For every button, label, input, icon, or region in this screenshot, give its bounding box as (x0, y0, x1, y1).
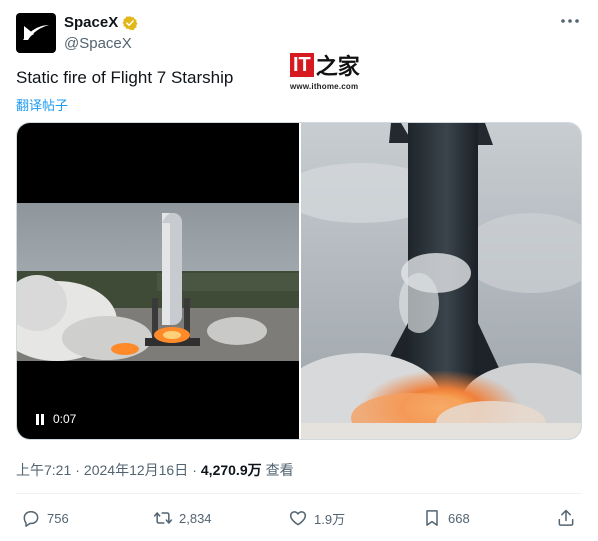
watermark-url: www.ithome.com (290, 82, 359, 91)
verified-badge-icon (122, 15, 138, 30)
like-count: 1.9万 (314, 511, 346, 527)
repost-button[interactable]: 2,834 (153, 505, 212, 531)
heart-icon (289, 511, 307, 526)
photo-starship[interactable] (301, 123, 581, 439)
tweet-time[interactable]: 上午7:21 (16, 460, 71, 480)
action-bar: 756 2,834 1.9万 668 (16, 505, 582, 533)
author-name-row[interactable]: SpaceX (64, 14, 138, 31)
reply-count: 756 (47, 510, 69, 526)
avatar[interactable] (16, 13, 56, 53)
more-options-icon[interactable] (560, 14, 580, 28)
translate-post-link[interactable]: 翻译帖子 (16, 95, 68, 114)
video-thumbnail (17, 203, 299, 361)
media-grid: 0:07 (16, 122, 582, 440)
starship-photo-image (301, 123, 581, 439)
divider (16, 493, 582, 494)
share-icon (558, 509, 574, 526)
bookmark-count: 668 (448, 510, 470, 526)
ithome-logo: IT 之家 (290, 52, 360, 80)
meta-separator: · (75, 462, 80, 478)
bookmark-button[interactable]: 668 (422, 505, 470, 531)
views-count: 4,270.9万 (200, 462, 262, 478)
views-label: 查看 (265, 462, 294, 478)
repost-icon (153, 512, 173, 524)
spacex-logo-icon (23, 25, 49, 40)
author-display-name[interactable]: SpaceX (64, 14, 118, 31)
video-frame[interactable] (17, 203, 299, 361)
watermark-logo-char: 之家 (315, 54, 360, 80)
share-button[interactable] (556, 505, 576, 531)
meta-separator: · (192, 462, 197, 478)
reply-icon (23, 511, 39, 527)
repost-count: 2,834 (179, 510, 212, 526)
watermark-logo-text: IT (290, 53, 314, 77)
video-timestamp: 0:07 (53, 412, 77, 426)
reply-button[interactable]: 756 (21, 505, 69, 531)
tweet-meta: 上午7:21 · 2024年12月16日 · 4,270.9万 查看 (16, 460, 294, 480)
pause-icon[interactable] (35, 414, 45, 425)
bookmark-icon (426, 510, 438, 526)
author-handle[interactable]: @SpaceX (64, 35, 132, 52)
video-player[interactable]: 0:07 (17, 123, 299, 439)
ithome-watermark: IT 之家 www.ithome.com (290, 52, 360, 92)
tweet-text: Static fire of Flight 7 Starship (16, 68, 234, 87)
tweet-date[interactable]: 2024年12月16日 (84, 460, 188, 480)
like-button[interactable]: 1.9万 (288, 505, 345, 531)
